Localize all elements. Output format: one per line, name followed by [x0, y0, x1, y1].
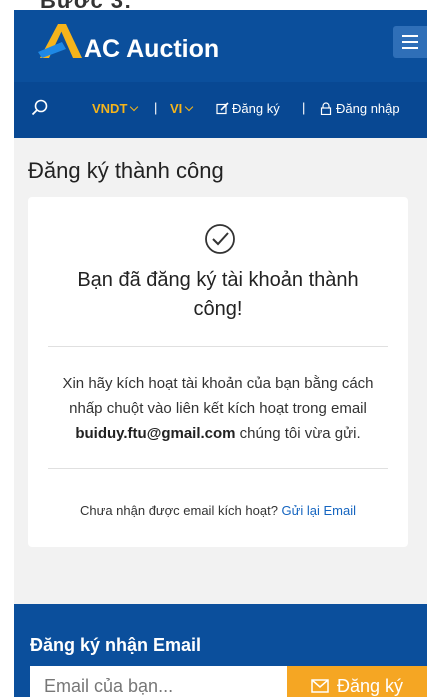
search-icon[interactable]	[30, 98, 50, 118]
hamburger-icon[interactable]	[393, 26, 427, 58]
check-circle-icon	[205, 224, 235, 254]
subscribe-button[interactable]: Đăng ký	[287, 666, 427, 697]
divider	[48, 346, 388, 347]
login-link[interactable]: Đăng nhập	[320, 101, 400, 116]
divider: |	[302, 100, 306, 115]
edit-icon	[216, 102, 229, 115]
mail-icon	[311, 679, 329, 693]
resend-row: Chưa nhận được email kích hoạt? Gửi lại …	[80, 503, 356, 518]
divider: |	[154, 100, 158, 115]
newsletter-title: Đăng ký nhận Email	[30, 635, 202, 655]
language-select[interactable]: VI	[170, 101, 194, 116]
site-header: AC Auction	[14, 10, 427, 82]
ac-logo-icon[interactable]	[36, 22, 86, 62]
newsletter-email-input[interactable]	[30, 666, 288, 697]
lock-icon	[320, 102, 332, 116]
currency-select[interactable]: VNDT	[92, 101, 139, 116]
divider	[48, 468, 388, 469]
chevron-down-icon	[130, 102, 139, 112]
resend-email-link[interactable]: Gửi lại Email	[282, 503, 356, 518]
register-link[interactable]: Đăng ký	[216, 101, 280, 116]
success-card: Bạn đã đăng ký tài khoản thành công! Xin…	[28, 197, 408, 547]
brand-name[interactable]: AC Auction	[84, 35, 219, 64]
utility-bar: VNDT | VI Đăng ký | Đăng nhập	[14, 82, 427, 138]
newsletter-section: Đăng ký nhận Email Đăng ký	[14, 604, 427, 697]
mobile-viewport: AC Auction VNDT | VI Đăng ký | Đăng nhập	[14, 10, 427, 697]
cropped-top-text: Bước 3:	[0, 0, 427, 10]
user-email: buiduy.ftu@gmail.com	[75, 425, 236, 442]
success-heading: Bạn đã đăng ký tài khoản thành công!	[77, 269, 359, 320]
page-title: Đăng ký thành công	[28, 158, 224, 183]
chevron-down-icon	[185, 102, 194, 112]
activation-message: Xin hãy kích hoạt tài khoản của bạn bằng…	[62, 375, 374, 442]
